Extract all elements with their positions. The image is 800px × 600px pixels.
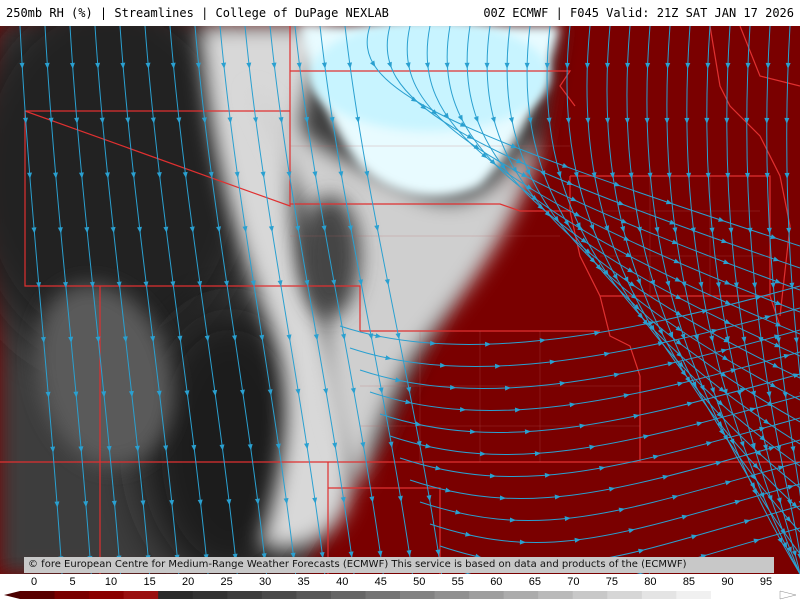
colorbar-segment [676,591,712,599]
colorbar-segment [538,591,574,599]
colorbar-tick-label: 15 [143,576,155,588]
colorbar-segment [54,591,90,599]
colorbar-tick-label: 70 [567,576,579,588]
colorbar-tick-label: 30 [259,576,271,588]
rh-colorbar: 0 5 10 15 20 25 30 35 40 45 50 55 60 65 70 75 80 85 90 95 [4,576,797,600]
colorbar-tick-label: 0 [31,576,37,588]
colorbar-segment [261,591,297,599]
colorbar-tick-label: 75 [606,576,618,588]
colorbar-tick-label: 90 [721,576,733,588]
colorbar-segment [400,591,436,599]
data-attribution: © fore European Centre for Medium-Range … [24,557,774,573]
colorbar-tick-label: 50 [413,576,425,588]
colorbar-tick-labels: 0 5 10 15 20 25 30 35 40 45 50 55 60 65 70 75 80 85 90 95 [31,576,772,588]
colorbar-tick-label: 80 [644,576,656,588]
colorbar-segment [745,591,781,599]
colorbar-segment [227,591,263,599]
colorbar-high-end [779,590,797,600]
colorbar-tick-label: 65 [529,576,541,588]
rh-streamline-map [0,26,800,574]
colorbar-segment [330,591,366,599]
colorbar-tick-label: 45 [375,576,387,588]
colorbar-tick-label: 85 [683,576,695,588]
colorbar-gradient [4,590,797,600]
colorbar-segment [158,591,194,599]
colorbar-segment [607,591,643,599]
colorbar-segment [710,591,746,599]
model-run-valid-time: 00Z ECMWF | F045 Valid: 21Z SAT JAN 17 2… [483,6,794,20]
colorbar-low-end [4,591,20,599]
colorbar-segment [123,591,159,599]
colorbar-segment [89,591,125,599]
colorbar-segment [296,591,332,599]
colorbar-segment [503,591,539,599]
colorbar-segment [434,591,470,599]
colorbar-segment [365,591,401,599]
weather-map-viewer: 250mb RH (%) | Streamlines | College of … [0,0,800,600]
colorbar-tick-label: 95 [760,576,772,588]
product-title: 250mb RH (%) | Streamlines | College of … [6,6,389,20]
colorbar-segment [192,591,228,599]
humidity-field [0,26,800,574]
colorbar-segment [469,591,505,599]
colorbar-tick-label: 5 [69,576,75,588]
colorbar-segment [572,591,608,599]
colorbar-tick-label: 40 [336,576,348,588]
colorbar-segment [641,591,677,599]
colorbar-segment [20,591,56,599]
colorbar-tick-label: 60 [490,576,502,588]
colorbar-tick-label: 20 [182,576,194,588]
colorbar-tick-label: 10 [105,576,117,588]
colorbar-tick-label: 25 [221,576,233,588]
colorbar-tick-label: 35 [298,576,310,588]
colorbar-tick-label: 55 [452,576,464,588]
map-header: 250mb RH (%) | Streamlines | College of … [0,0,800,26]
